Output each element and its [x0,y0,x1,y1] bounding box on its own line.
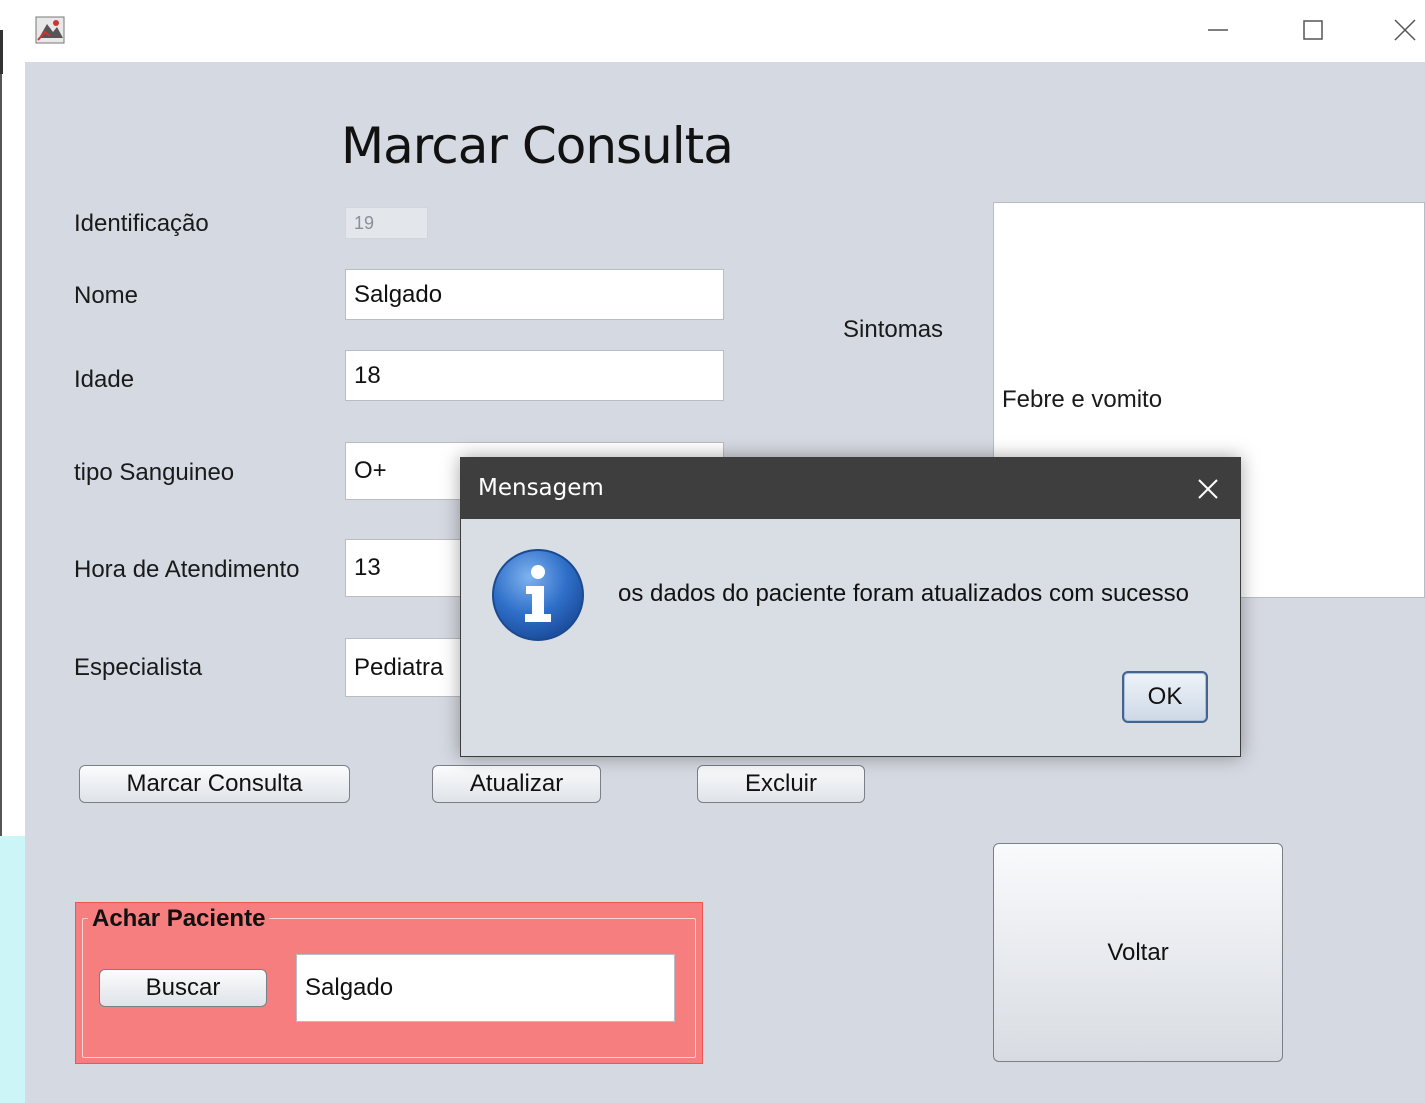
panel-legend: Achar Paciente [88,905,270,933]
buscar-button[interactable]: Buscar [99,969,267,1007]
close-icon[interactable] [1383,8,1425,52]
achar-paciente-panel: Achar Paciente Buscar Salgado [75,902,703,1064]
desktop-edge-line [0,74,2,836]
nome-label: Nome [74,282,139,309]
especialista-label: Especialista [74,654,203,681]
id-field: 19 [345,207,428,239]
atualizar-button[interactable]: Atualizar [432,765,601,803]
message-dialog: Mensagem os dados do paciente foram atua… [460,457,1241,757]
sintomas-label: Sintomas [843,316,944,343]
id-label: Identificação [74,210,209,237]
desktop-strip [0,0,25,1103]
nome-field[interactable]: Salgado [345,269,724,320]
desktop-background [0,836,25,1103]
dialog-titlebar: Mensagem [461,458,1240,519]
maximize-icon[interactable] [1291,8,1335,52]
java-app-icon [33,14,67,46]
idade-field[interactable]: 18 [345,350,724,401]
info-icon [491,548,585,642]
dialog-title: Mensagem [478,475,604,501]
dialog-message: os dados do paciente foram atualizados c… [618,580,1189,607]
idade-label: Idade [74,366,135,393]
hora-label: Hora de Atendimento [74,556,300,583]
window-titlebar [25,0,1425,62]
close-icon[interactable] [1187,468,1229,510]
voltar-button[interactable]: Voltar [993,843,1283,1062]
buscar-field[interactable]: Salgado [296,954,675,1022]
excluir-button[interactable]: Excluir [697,765,865,803]
ok-button[interactable]: OK [1122,671,1208,723]
minimize-icon[interactable] [1196,8,1240,52]
desktop-edge [0,30,3,74]
sintomas-text: Febre e vomito [1002,386,1163,413]
tipo-sanguineo-label: tipo Sanguineo [74,459,235,486]
page-title: Marcar Consulta [341,117,734,175]
marcar-consulta-button[interactable]: Marcar Consulta [79,765,350,803]
